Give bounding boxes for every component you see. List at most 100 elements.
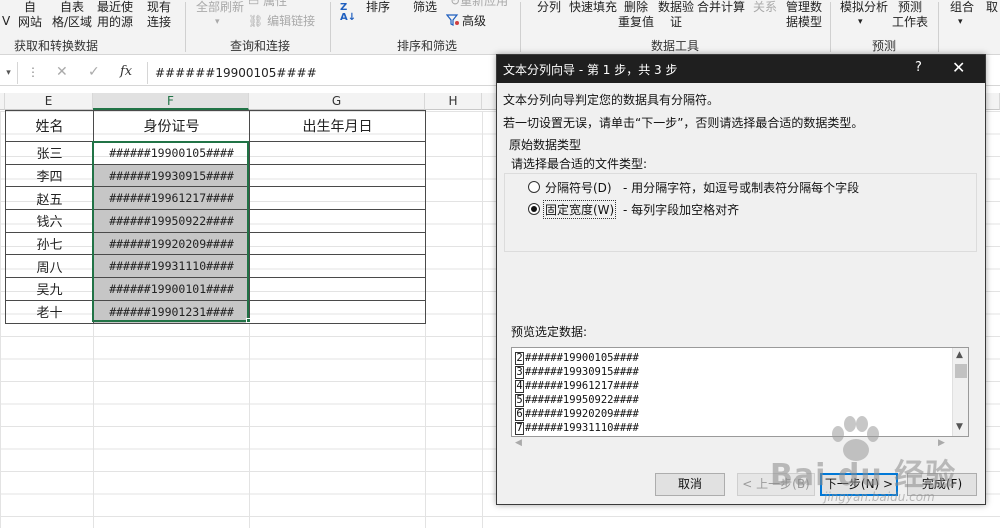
enter-icon[interactable]: ✓ (88, 64, 100, 80)
recent-sources-button[interactable]: 最近使 用的源 (97, 0, 133, 30)
dialog-titlebar[interactable]: 文本分列向导 - 第 1 步，共 3 步 ? ✕ (497, 55, 985, 83)
filter-button[interactable]: 筛选 (413, 0, 437, 15)
column-header-g[interactable]: G (249, 93, 425, 110)
cell-birth[interactable] (249, 254, 426, 279)
cell-name[interactable]: 钱六 (5, 209, 94, 233)
fill-handle[interactable] (246, 318, 251, 323)
sort-button[interactable]: 排序 (366, 0, 390, 15)
what-if-dropdown-icon[interactable]: ▾ (858, 15, 863, 30)
cell-birth[interactable] (249, 231, 426, 256)
preview-vertical-scrollbar[interactable]: ▲ ▼ (952, 348, 968, 436)
scroll-up-icon[interactable]: ▲ (956, 350, 963, 360)
properties-button[interactable]: ▭ 属性 (248, 0, 287, 9)
header-cell-name[interactable]: 姓名 (5, 110, 94, 142)
cell-name[interactable]: 赵五 (5, 186, 94, 211)
preview-line-text: ######19950922#### (525, 394, 639, 406)
relationships-button[interactable]: 关系 (753, 0, 777, 15)
column-header-h[interactable]: H (425, 93, 482, 110)
properties-icon: ▭ (248, 0, 260, 8)
cell-name[interactable]: 周八 (5, 254, 94, 279)
select-all-corner[interactable] (0, 93, 5, 110)
cell-id[interactable]: ######19900105#### (93, 141, 250, 165)
header-cell-id[interactable]: 身份证号 (93, 110, 250, 142)
cell-name[interactable]: 老十 (5, 299, 94, 324)
table-row: 李四 ######19930915#### (5, 163, 426, 188)
preview-line: 2 ######19900105#### (515, 352, 639, 366)
data-validation-button[interactable]: 数据验 证 (658, 0, 694, 30)
back-button[interactable]: < 上一步(B) (737, 473, 815, 496)
flash-fill-button[interactable]: 快速填充 (569, 0, 617, 15)
advanced-button[interactable]: 高级 (462, 14, 486, 29)
remove-duplicates-button[interactable]: 删除 重复值 (618, 0, 654, 30)
what-if-button[interactable]: 模拟分析 (840, 0, 888, 15)
advanced-filter-icon (446, 14, 459, 26)
more-options-icon[interactable]: ⋮ (27, 65, 39, 79)
cell-id[interactable]: ######19901231#### (93, 299, 250, 324)
dialog-title: 文本分列向导 - 第 1 步，共 3 步 (503, 63, 678, 77)
choose-type-label: 请选择最合适的文件类型: (511, 157, 648, 171)
sort-az-icon[interactable]: Z A↓ (340, 3, 362, 25)
close-icon[interactable]: ✕ (952, 58, 965, 77)
group-divider (520, 2, 521, 52)
cell-birth[interactable] (249, 163, 426, 188)
table-header-row: 姓名 身份证号 出生年月日 (5, 110, 426, 142)
cell-id[interactable]: ######19950922#### (93, 209, 250, 233)
insert-function-icon[interactable]: fx (120, 64, 132, 79)
scroll-thumb[interactable] (955, 364, 967, 378)
next-button[interactable]: 下一步(N) > (820, 473, 898, 496)
cell-name[interactable]: 张三 (5, 141, 94, 165)
reapply-button[interactable]: ↻重新应用 (450, 0, 508, 9)
cell-name[interactable]: 吴九 (5, 277, 94, 301)
existing-connections-button[interactable]: 现有 连接 (147, 0, 171, 30)
preview-box[interactable]: 2 ######19900105#### 3 ######19930915#### … (511, 347, 969, 437)
cell-id[interactable]: ######19930915#### (93, 163, 250, 188)
column-header-f[interactable]: F (93, 93, 249, 110)
help-button[interactable]: ? (915, 60, 922, 75)
from-web-button[interactable]: 自 网站 (18, 0, 42, 30)
scroll-right-icon[interactable]: ▶ (938, 438, 945, 448)
group-label-sort-filter: 排序和筛选 (397, 39, 458, 53)
ungroup-button[interactable]: 取 (986, 0, 998, 15)
from-table-button[interactable]: 自表 格/区域 (52, 0, 92, 30)
group-button[interactable]: 组合 (950, 0, 974, 15)
scroll-down-icon[interactable]: ▼ (956, 422, 963, 432)
cell-birth[interactable] (249, 186, 426, 211)
forecast-sheet-button[interactable]: 预测 工作表 (892, 0, 928, 30)
refresh-dropdown-icon[interactable]: ▾ (215, 15, 220, 30)
cell-birth[interactable] (249, 209, 426, 233)
cell-id[interactable]: ######19900101#### (93, 277, 250, 301)
name-box-dropdown-icon[interactable]: ▾ (0, 62, 18, 84)
preview-line-text: ######19900105#### (525, 352, 639, 364)
cell-id[interactable]: ######19931110#### (93, 254, 250, 279)
preview-line: 4 ######19961217#### (515, 380, 639, 394)
scroll-left-icon[interactable]: ◀ (515, 438, 522, 448)
finish-button[interactable]: 完成(F) (907, 473, 977, 496)
group-label-queries: 查询和连接 (230, 39, 291, 53)
refresh-all-button[interactable]: 全部刷新 (196, 0, 244, 15)
cell-birth[interactable] (249, 299, 426, 324)
preview-horizontal-scrollbar[interactable]: ◀ ▶ (511, 438, 951, 452)
cell-birth[interactable] (249, 141, 426, 165)
get-data-button[interactable]: V (2, 14, 10, 29)
cell-name[interactable]: 孙七 (5, 231, 94, 256)
data-model-button[interactable]: 管理数 据模型 (786, 0, 822, 30)
cell-name[interactable]: 李四 (5, 163, 94, 188)
cell-birth[interactable] (249, 277, 426, 301)
preview-line: 6 ######19920209#### (515, 408, 639, 422)
radio-delimited[interactable] (528, 181, 540, 193)
header-cell-birth[interactable]: 出生年月日 (249, 110, 426, 142)
cancel-icon[interactable]: ✕ (56, 64, 68, 80)
consolidate-button[interactable]: 合并计算 (697, 0, 745, 15)
radio-fixed-width[interactable] (528, 203, 540, 215)
cell-id[interactable]: ######19961217#### (93, 186, 250, 211)
table-row: 老十 ######19901231#### (5, 299, 426, 324)
column-header-e[interactable]: E (5, 93, 93, 110)
radio-fixed-width-label[interactable]: 固定宽度(W) (543, 200, 617, 219)
cancel-button[interactable]: 取消 (655, 473, 725, 496)
edit-links-button[interactable]: ⛓ 编辑链接 (248, 14, 315, 29)
cell-id[interactable]: ######19920209#### (93, 231, 250, 256)
text-to-columns-button[interactable]: 分列 (537, 0, 561, 15)
group-dropdown-icon[interactable]: ▾ (958, 15, 963, 30)
radio-delimited-label[interactable]: 分隔符号(D) (545, 179, 612, 196)
preview-line-number: 2 (515, 352, 524, 365)
